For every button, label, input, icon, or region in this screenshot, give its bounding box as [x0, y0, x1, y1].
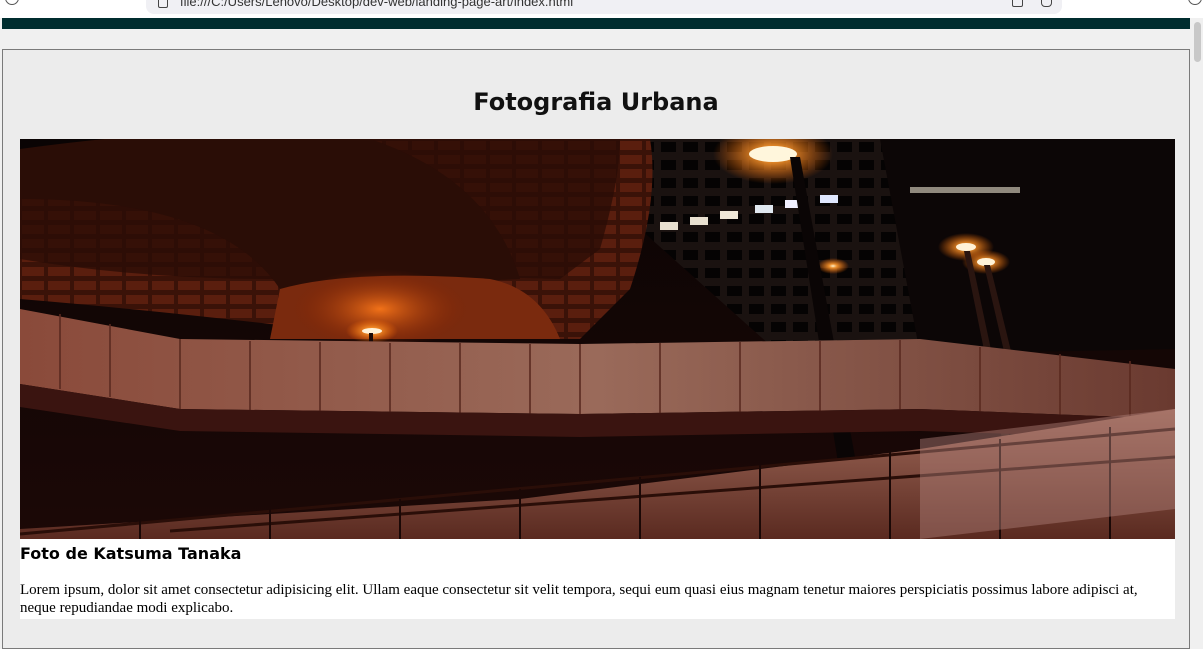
page-scrollbar[interactable] [1192, 18, 1203, 620]
photo-caption-box: Foto de Katsuma Tanaka Lorem ipsum, dolo… [20, 539, 1175, 619]
urban-night-photo [20, 139, 1175, 539]
url-text[interactable]: file:///C:/Users/Lenovo/Desktop/dev-web/… [180, 0, 573, 9]
gallery-card: Fotografia Urbana Foto de Katsuma Tanaka… [2, 49, 1190, 649]
photo-credit: Foto de Katsuma Tanaka [20, 544, 242, 563]
page-file-icon [158, 0, 168, 8]
photo-description: Lorem ipsum, dolor sit amet consectetur … [20, 582, 1138, 616]
site-header-bar [2, 18, 1190, 29]
reader-view-icon[interactable] [1012, 0, 1023, 7]
card-title: Fotografia Urbana [473, 88, 719, 116]
address-bar[interactable]: file:///C:/Users/Lenovo/Desktop/dev-web/… [146, 0, 1062, 14]
browser-chrome: file:///C:/Users/Lenovo/Desktop/dev-web/… [0, 0, 1203, 18]
bookmark-icon[interactable] [1041, 0, 1052, 7]
profile-circle-icon[interactable] [1188, 0, 1202, 5]
tab-circle-icon[interactable] [5, 0, 19, 5]
scrollbar-thumb[interactable] [1194, 22, 1201, 62]
photo-illustration [20, 139, 1175, 539]
